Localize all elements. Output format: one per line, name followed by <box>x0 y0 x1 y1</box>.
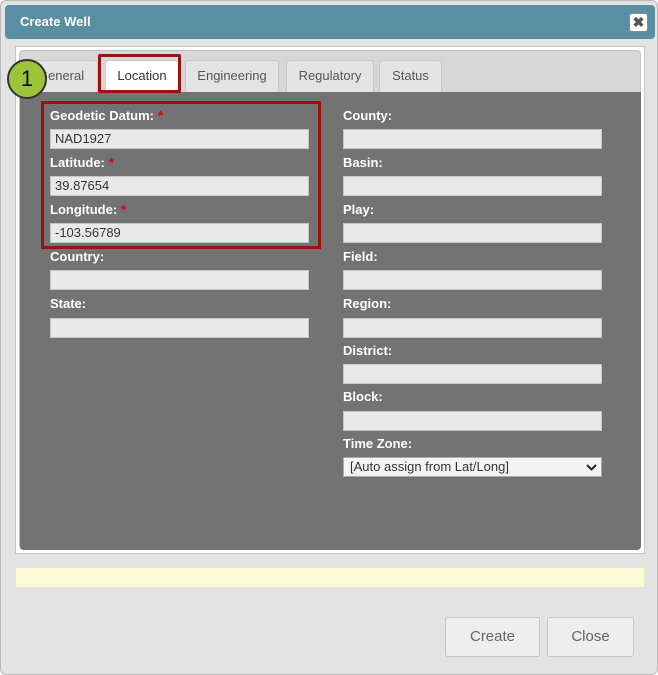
tab-regulatory[interactable]: Regulatory <box>286 60 374 94</box>
play-field[interactable] <box>343 223 602 243</box>
basin-label: Basin: <box>343 155 383 170</box>
create-button[interactable]: Create <box>445 617 540 657</box>
create-well-dialog: Create Well ✖ General Location Engineeri… <box>0 0 658 675</box>
dialog-titlebar[interactable]: Create Well <box>5 5 655 39</box>
county-field[interactable] <box>343 129 602 149</box>
close-button[interactable]: Close <box>547 617 634 657</box>
block-label: Block: <box>343 389 383 404</box>
time-zone-select[interactable]: [Auto assign from Lat/Long] <box>343 457 602 477</box>
country-label: Country: <box>50 249 105 264</box>
region-label: Region: <box>343 296 392 311</box>
time-zone-selected-value: [Auto assign from Lat/Long] <box>350 459 509 474</box>
region-field[interactable] <box>343 318 602 338</box>
field-label: Field: <box>343 249 378 264</box>
step-callout-badge: 1 <box>7 59 47 99</box>
coordinates-highlight-box <box>41 101 321 249</box>
block-field[interactable] <box>343 411 602 431</box>
district-label: District: <box>343 343 393 358</box>
basin-field[interactable] <box>343 176 602 196</box>
play-label: Play: <box>343 202 375 217</box>
tab-status[interactable]: Status <box>379 60 442 94</box>
dialog-title: Create Well <box>20 14 91 29</box>
message-bar <box>15 567 645 588</box>
field-field[interactable] <box>343 270 602 290</box>
country-field[interactable] <box>50 270 309 290</box>
close-icon[interactable]: ✖ <box>629 13 648 32</box>
location-tab-highlight-box <box>98 54 181 93</box>
state-label: State: <box>50 296 87 311</box>
time-zone-label: Time Zone: <box>343 436 413 451</box>
district-field[interactable] <box>343 364 602 384</box>
tab-engineering[interactable]: Engineering <box>185 60 279 94</box>
state-field[interactable] <box>50 318 309 338</box>
chevron-down-icon <box>586 459 597 480</box>
county-label: County: <box>343 108 393 123</box>
